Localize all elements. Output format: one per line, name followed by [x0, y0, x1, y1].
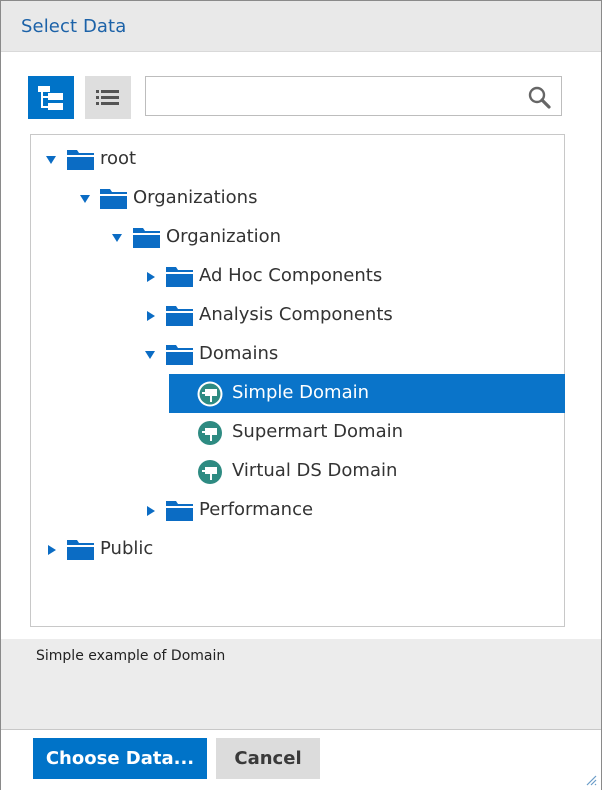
folder-icon	[100, 189, 127, 209]
tree-node-label: Supermart Domain	[232, 421, 404, 442]
domain-icon	[197, 381, 223, 407]
search-icon[interactable]	[527, 85, 551, 109]
dialog-titlebar[interactable]: Select Data	[1, 1, 601, 52]
chevron-down-icon[interactable]	[111, 232, 123, 244]
search-input[interactable]	[152, 83, 516, 111]
choose-data-button[interactable]: Choose Data...	[33, 738, 207, 779]
chevron-down-icon[interactable]	[45, 154, 57, 166]
chevron-down-icon[interactable]	[79, 193, 91, 205]
folder-icon	[166, 306, 193, 326]
tree-node-label: Analysis Components	[199, 304, 393, 325]
description-text: Simple example of Domain	[36, 648, 226, 664]
folder-icon	[67, 540, 94, 560]
tree-node-label: Virtual DS Domain	[232, 460, 398, 481]
list-view-button[interactable]	[85, 76, 131, 119]
chevron-right-icon[interactable]	[46, 544, 58, 556]
tree-view-icon	[38, 86, 63, 110]
list-view-icon	[96, 90, 119, 105]
tree-node-label: Performance	[199, 499, 314, 520]
tree-view-button[interactable]	[28, 76, 74, 119]
select-data-dialog: Select Data root Organizations Organizat…	[0, 0, 602, 790]
tree-node-label: Organization	[166, 226, 282, 247]
folder-icon	[166, 501, 193, 521]
chevron-right-icon[interactable]	[145, 505, 157, 517]
domain-icon	[198, 460, 222, 484]
chevron-right-icon[interactable]	[145, 310, 157, 322]
folder-icon	[67, 150, 94, 170]
dialog-footer: Choose Data... Cancel	[1, 729, 601, 790]
folder-icon	[133, 228, 160, 248]
tree-node-label: Domains	[199, 343, 279, 364]
tree-node-label: Public	[100, 538, 154, 559]
repository-tree: root Organizations Organization Ad Hoc C…	[30, 134, 565, 627]
domain-icon	[198, 421, 222, 445]
tree-node-label: root	[100, 148, 137, 169]
folder-icon	[166, 267, 193, 287]
tree-node-label: Organizations	[133, 187, 258, 208]
cancel-button[interactable]: Cancel	[216, 738, 320, 779]
dialog-title: Select Data	[21, 16, 127, 37]
tree-node-label: Simple Domain	[232, 382, 370, 403]
tree-node-label: Ad Hoc Components	[199, 265, 383, 286]
description-panel: Simple example of Domain	[1, 639, 601, 729]
search-box	[145, 76, 562, 116]
resize-grip-icon[interactable]	[585, 774, 597, 786]
chevron-right-icon[interactable]	[145, 271, 157, 283]
chevron-down-icon[interactable]	[144, 349, 156, 361]
folder-icon	[166, 345, 193, 365]
